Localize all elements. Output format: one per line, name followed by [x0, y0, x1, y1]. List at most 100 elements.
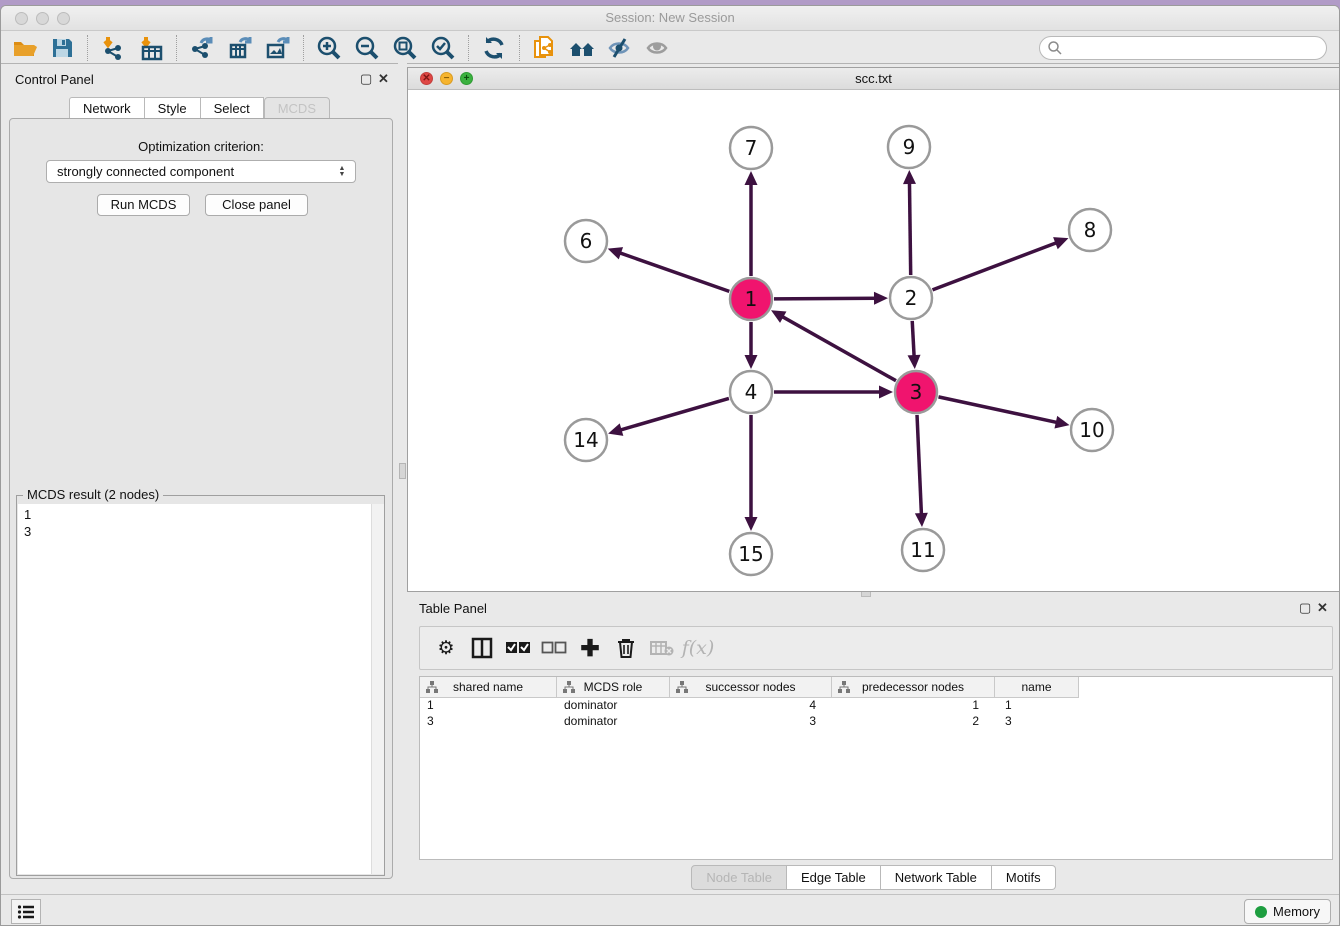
column-label: predecessor nodes — [862, 680, 964, 694]
table-panel-close-icon[interactable]: ✕ — [1317, 600, 1328, 616]
tab-network-table[interactable]: Network Table — [881, 865, 992, 890]
node-label: 10 — [1079, 418, 1104, 442]
export-network-icon[interactable] — [187, 35, 217, 61]
tab-edge-table[interactable]: Edge Table — [787, 865, 881, 890]
cell-mcds-role: dominator — [557, 698, 670, 714]
first-neighbors-icon[interactable] — [568, 35, 598, 61]
open-folder-icon[interactable] — [9, 35, 39, 61]
graph-edge[interactable] — [618, 398, 729, 430]
table-panel-float-icon[interactable]: ▢ — [1299, 600, 1311, 616]
graph-edge[interactable] — [917, 415, 922, 517]
deselect-all-icon[interactable] — [539, 634, 569, 662]
tab-style[interactable]: Style — [145, 97, 201, 120]
tab-network[interactable]: Network — [69, 97, 145, 120]
cell-name: 1 — [995, 698, 1079, 714]
tab-select[interactable]: Select — [201, 97, 264, 120]
export-image-icon[interactable] — [263, 35, 293, 61]
graph-edge[interactable] — [617, 252, 729, 291]
cell-name: 3 — [995, 714, 1079, 730]
edge-arrowhead — [745, 517, 758, 531]
add-column-icon[interactable]: ✚ — [575, 634, 605, 662]
node-label: 1 — [745, 287, 758, 311]
tab-motifs[interactable]: Motifs — [992, 865, 1056, 890]
edge-arrowhead — [879, 386, 893, 399]
delete-column-icon[interactable] — [611, 634, 641, 662]
mcds-result-text[interactable]: 1 3 — [18, 504, 383, 874]
select-all-icon[interactable] — [503, 634, 533, 662]
save-icon[interactable] — [47, 35, 77, 61]
cell-shared-name: 1 — [420, 698, 557, 714]
graph-edge[interactable] — [909, 180, 910, 275]
node-label: 8 — [1084, 218, 1097, 242]
zoom-in-icon[interactable] — [314, 35, 344, 61]
node-table: shared name MCDS role successor nodes pr… — [419, 676, 1333, 860]
cell-predecessor-nodes: 2 — [832, 714, 995, 730]
memory-status-dot — [1255, 906, 1267, 918]
zoom-out-icon[interactable] — [352, 35, 382, 61]
network-canvas[interactable]: 7968124314101511 — [408, 91, 1339, 591]
run-mcds-button[interactable]: Run MCDS — [97, 194, 190, 216]
duplicate-network-icon[interactable] — [530, 35, 560, 61]
graph-edge[interactable] — [774, 298, 878, 299]
result-scrollbar[interactable] — [371, 504, 384, 874]
control-panel-close-icon[interactable]: ✕ — [378, 71, 389, 87]
network-window-title: scc.txt — [408, 71, 1339, 86]
memory-button[interactable]: Memory — [1244, 899, 1331, 924]
hierarchy-icon — [426, 681, 438, 693]
edge-arrowhead — [745, 171, 758, 185]
import-network-icon[interactable] — [98, 35, 128, 61]
tab-node-table[interactable]: Node Table — [691, 865, 787, 890]
graph-edge[interactable] — [912, 321, 914, 359]
graph-edge[interactable] — [933, 242, 1060, 290]
refresh-layout-icon[interactable] — [479, 35, 509, 61]
task-history-button[interactable] — [11, 899, 41, 924]
column-layout-icon[interactable] — [467, 634, 497, 662]
cell-predecessor-nodes: 1 — [832, 698, 995, 714]
edge-arrowhead — [915, 513, 928, 527]
toolbar-separator — [519, 35, 520, 61]
export-table-icon[interactable] — [225, 35, 255, 61]
vertical-splitter[interactable] — [398, 63, 407, 894]
hierarchy-icon — [838, 681, 850, 693]
edge-arrowhead — [903, 170, 916, 184]
mcds-panel: Optimization criterion: strongly connect… — [9, 118, 393, 879]
main-toolbar — [1, 32, 1339, 64]
search-box[interactable] — [1039, 36, 1327, 60]
toolbar-separator — [176, 35, 177, 61]
column-header-mcds-role[interactable]: MCDS role — [557, 677, 670, 698]
optimization-criterion-dropdown[interactable]: strongly connected component ▲▼ — [46, 160, 356, 183]
cell-successor-nodes: 4 — [670, 698, 832, 714]
zoom-selected-icon[interactable] — [428, 35, 458, 61]
zoom-fit-icon[interactable] — [390, 35, 420, 61]
table-row[interactable]: 3 dominator 3 2 3 — [420, 714, 1332, 730]
import-table-icon[interactable] — [136, 35, 166, 61]
column-header-shared-name[interactable]: shared name — [420, 677, 557, 698]
table-panel-tabs: Node Table Edge Table Network Table Moti… — [407, 865, 1340, 890]
gear-icon[interactable]: ⚙ — [431, 634, 461, 662]
toolbar-separator — [468, 35, 469, 61]
search-input[interactable] — [1063, 38, 1326, 58]
show-all-icon — [644, 35, 674, 61]
control-panel-tabs: Network Style Select MCDS — [1, 97, 398, 120]
optimization-criterion-label: Optimization criterion: — [10, 139, 392, 154]
column-header-successor-nodes[interactable]: successor nodes — [670, 677, 832, 698]
network-window-titlebar[interactable]: ✕ − + scc.txt — [408, 68, 1339, 90]
app-window: Session: New Session — [0, 5, 1340, 926]
table-row[interactable]: 1 dominator 4 1 1 — [420, 698, 1332, 714]
close-panel-button[interactable]: Close panel — [205, 194, 308, 216]
hide-selected-icon[interactable] — [606, 35, 636, 61]
tab-mcds[interactable]: MCDS — [264, 97, 330, 120]
cell-successor-nodes: 3 — [670, 714, 832, 730]
node-label: 14 — [573, 428, 598, 452]
control-panel-float-icon[interactable]: ▢ — [360, 71, 372, 87]
column-header-name[interactable]: name — [995, 677, 1079, 698]
control-panel-title: Control Panel — [15, 72, 94, 87]
title-bar: Session: New Session — [1, 6, 1339, 31]
graph-edge[interactable] — [780, 315, 896, 381]
column-label: successor nodes — [705, 680, 795, 694]
graph-edge[interactable] — [938, 397, 1059, 423]
column-header-predecessor-nodes[interactable]: predecessor nodes — [832, 677, 995, 698]
splitter-handle[interactable] — [399, 463, 406, 479]
chevron-updown-icon: ▲▼ — [335, 163, 349, 181]
mcds-result-title: MCDS result (2 nodes) — [23, 487, 163, 502]
